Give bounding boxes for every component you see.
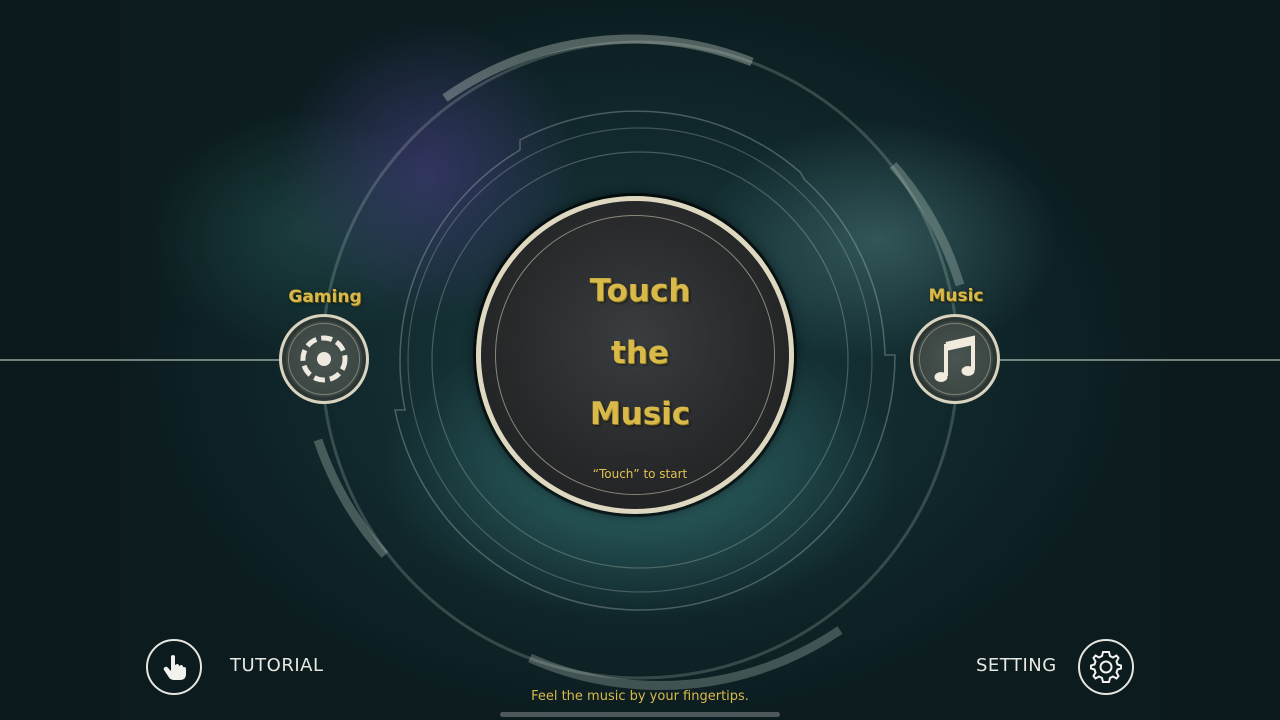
tutorial-button[interactable] — [146, 639, 202, 695]
left-connector-line — [0, 359, 282, 361]
right-connector-line — [1000, 359, 1280, 361]
music-mode-button[interactable] — [910, 314, 1000, 404]
music-mode-label: Music — [928, 286, 984, 306]
tutorial-label[interactable]: TUTORIAL — [230, 655, 324, 676]
gaming-mode-label: Gaming — [288, 287, 362, 307]
title-line-1: Touch — [589, 273, 691, 309]
gear-icon — [1090, 651, 1122, 683]
home-indicator[interactable] — [500, 712, 780, 717]
tagline: Feel the music by your fingertips. — [531, 689, 749, 704]
gaming-mode-button[interactable] — [279, 314, 369, 404]
setting-button[interactable] — [1078, 639, 1134, 695]
start-hint: “Touch” to start — [592, 467, 688, 481]
hand-pointer-icon — [163, 655, 186, 680]
title-line-2: the — [611, 335, 669, 371]
title-line-3: Music — [589, 396, 691, 432]
setting-label[interactable]: SETTING — [976, 655, 1057, 676]
touch-to-start-button[interactable]: Touch the Music “Touch” to start — [476, 196, 794, 514]
music-note-icon — [934, 335, 975, 382]
target-dashed-icon — [300, 335, 348, 383]
